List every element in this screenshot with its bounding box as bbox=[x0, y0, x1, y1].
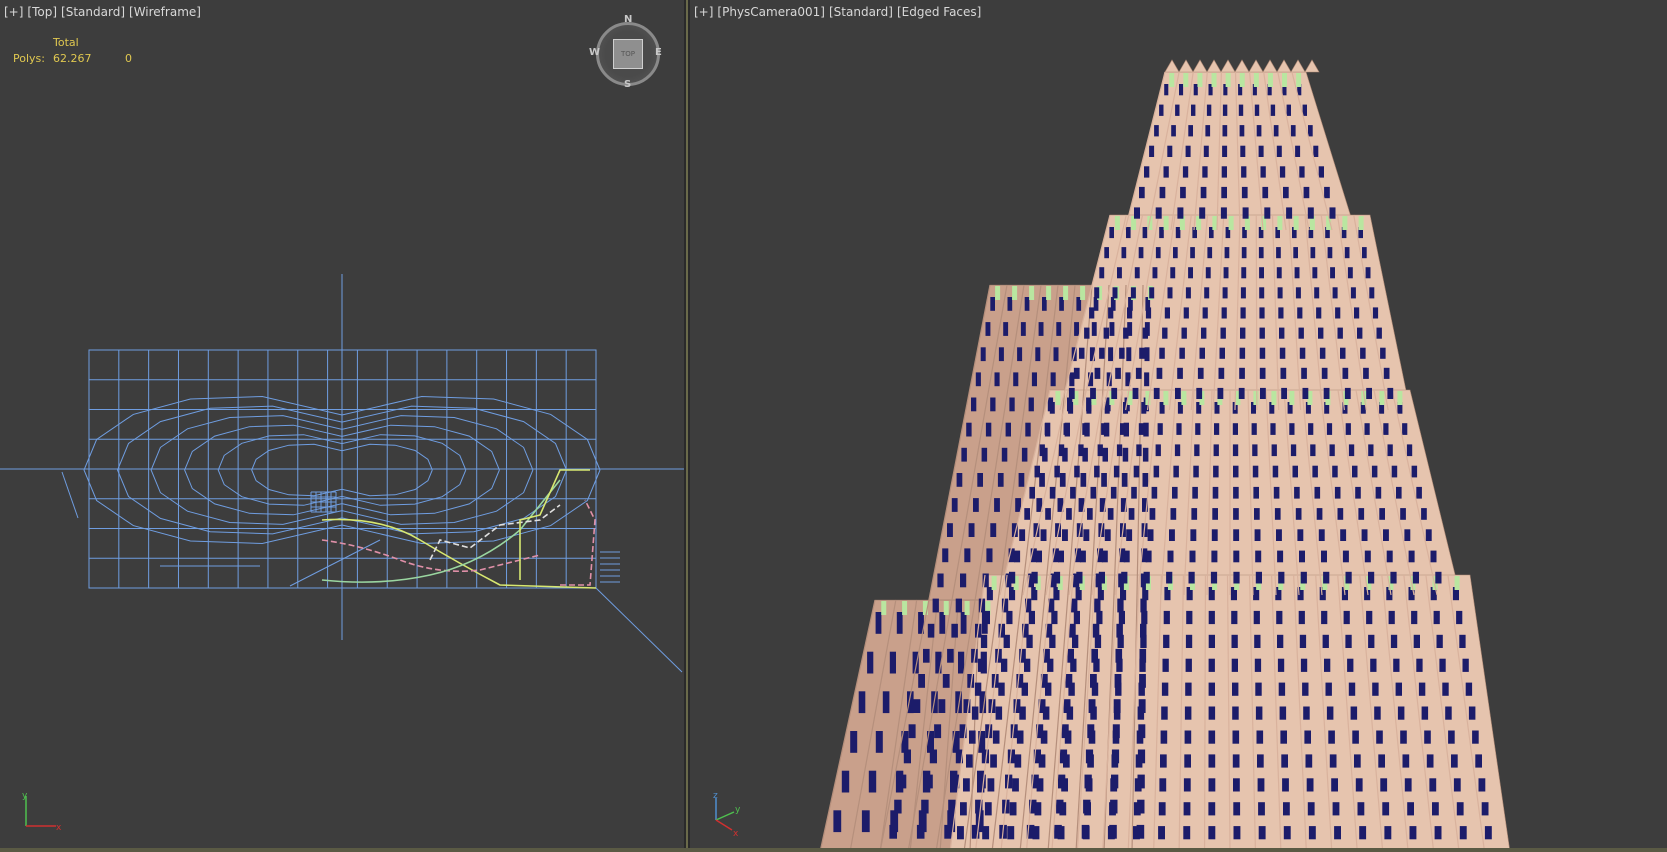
viewport-bottom-border bbox=[0, 848, 1667, 852]
top-viewport[interactable]: [+] [Top] [Standard] [Wireframe] Total Poly… bbox=[0, 0, 684, 848]
axis-tripod-icon: z y x bbox=[713, 791, 741, 839]
axis-tripod-icon: y x bbox=[22, 791, 62, 833]
skyscraper-model[interactable] bbox=[690, 0, 1667, 848]
axis-z-label: z bbox=[713, 791, 718, 801]
top-view-wireframe[interactable] bbox=[0, 0, 684, 848]
axis-y-label: y bbox=[735, 805, 741, 815]
active-viewport-border bbox=[686, 0, 688, 852]
axis-x-label: x bbox=[56, 823, 62, 833]
axis-y-label: y bbox=[22, 791, 28, 801]
axis-x-label: x bbox=[733, 829, 739, 839]
camera-viewport[interactable]: [+] [PhysCamera001] [Standard] [Edged Faces… bbox=[690, 0, 1667, 848]
